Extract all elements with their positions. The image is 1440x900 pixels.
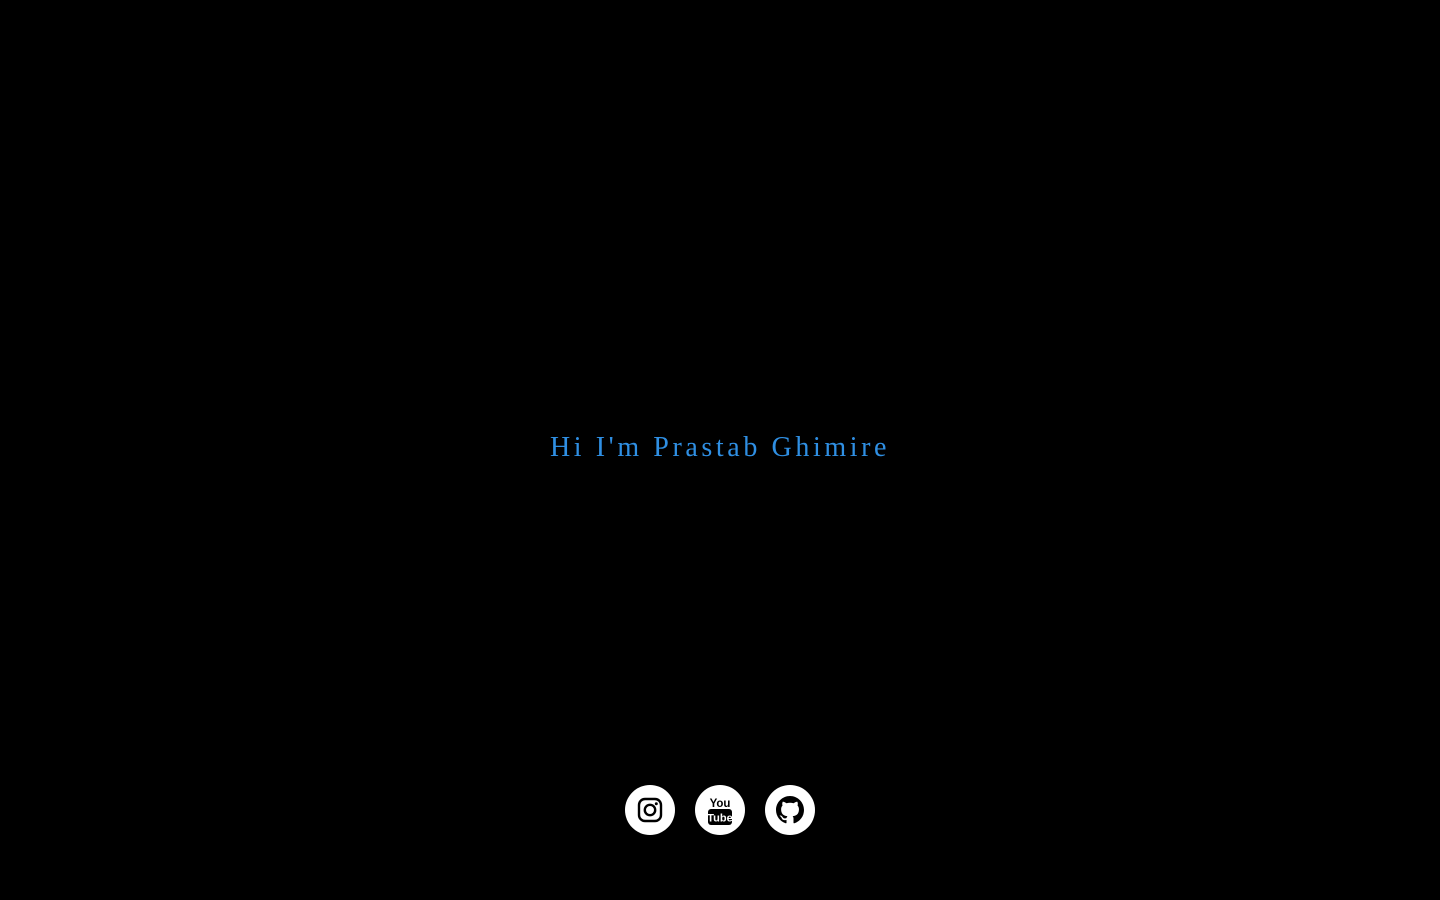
github-link[interactable] (765, 785, 815, 835)
github-icon (776, 796, 804, 824)
youtube-icon-text-bottom: Tube (707, 813, 732, 825)
social-links: You Tube (625, 785, 815, 835)
instagram-link[interactable] (625, 785, 675, 835)
hero-title: Hi I'm Prastab Ghimire (549, 432, 891, 463)
youtube-icon: You Tube (707, 798, 733, 825)
instagram-icon (637, 797, 663, 823)
youtube-icon-text-top: You (710, 798, 731, 810)
page: Hi I'm Prastab Ghimire You Tube (0, 0, 1440, 900)
youtube-link[interactable]: You Tube (695, 785, 745, 835)
